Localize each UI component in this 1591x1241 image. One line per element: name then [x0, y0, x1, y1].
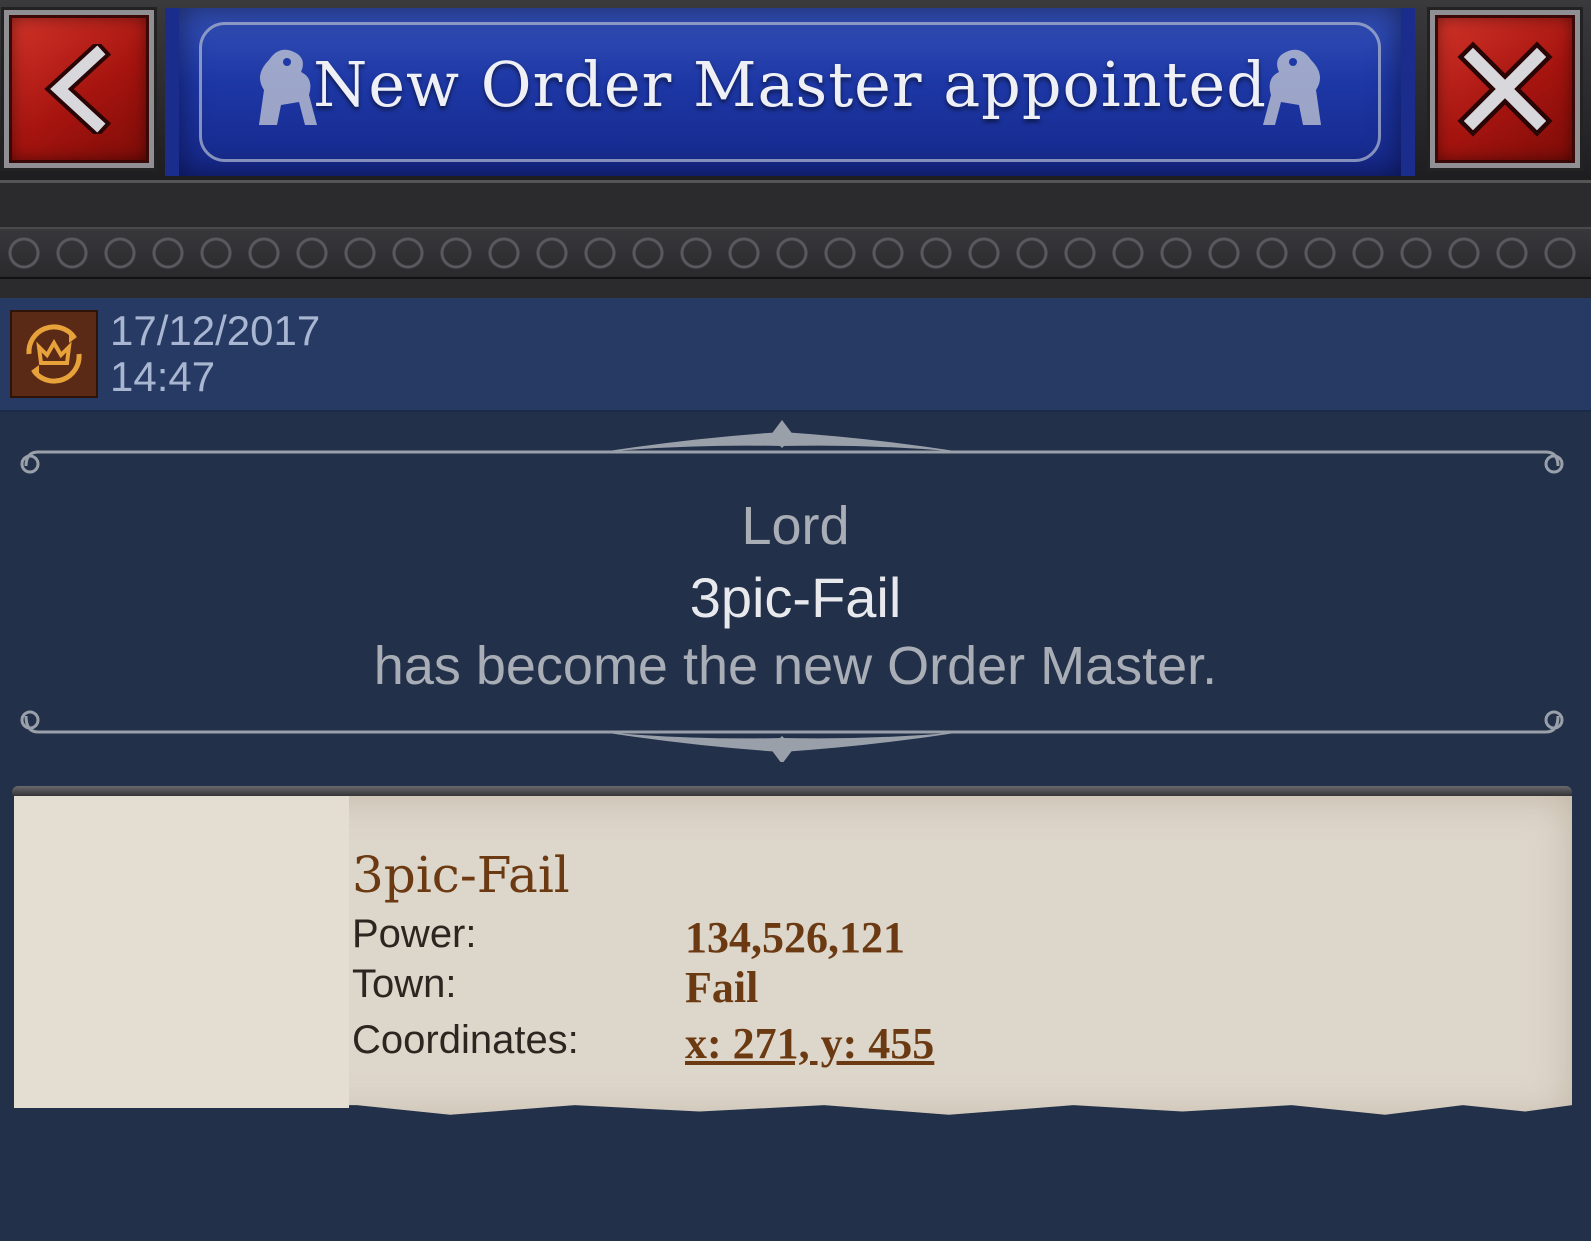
coordinates-label: Coordinates:	[352, 1018, 579, 1062]
close-x-icon	[1457, 41, 1553, 137]
power-label: Power:	[352, 912, 477, 956]
top-ornament-divider	[20, 420, 1564, 474]
bottom-ornament-divider	[20, 710, 1564, 762]
report-meta-row: 17/12/2017 14:47	[0, 298, 1591, 412]
player-name[interactable]: 3pic-Fail	[352, 846, 570, 904]
power-value: 134,526,121	[685, 913, 905, 962]
page-title: New Order Master appointed	[313, 48, 1267, 121]
town-label: Town:	[352, 962, 457, 1006]
scrollwork-band	[0, 227, 1591, 279]
message-line-body: has become the new Order Master.	[373, 636, 1218, 696]
close-button[interactable]	[1430, 10, 1580, 168]
report-timestamp: 17/12/2017 14:47	[110, 308, 320, 400]
town-value: Fail	[685, 963, 759, 1012]
message-line-lord: Lord	[741, 496, 850, 556]
ornamental-divider	[0, 180, 1591, 305]
report-type-icon	[10, 310, 98, 398]
title-banner: New Order Master appointed	[165, 8, 1415, 176]
report-date: 17/12/2017	[110, 307, 321, 354]
header-bar: New Order Master appointed	[0, 0, 1591, 180]
message-player-name: 3pic-Fail	[689, 566, 902, 629]
chevron-left-icon	[44, 44, 112, 134]
back-button[interactable]	[4, 10, 154, 168]
player-avatar-placeholder	[14, 796, 349, 1108]
report-time: 14:47	[110, 353, 216, 400]
crown-cycle-icon	[26, 324, 82, 384]
coordinates-link[interactable]: x: 271, y: 455	[685, 1018, 934, 1069]
